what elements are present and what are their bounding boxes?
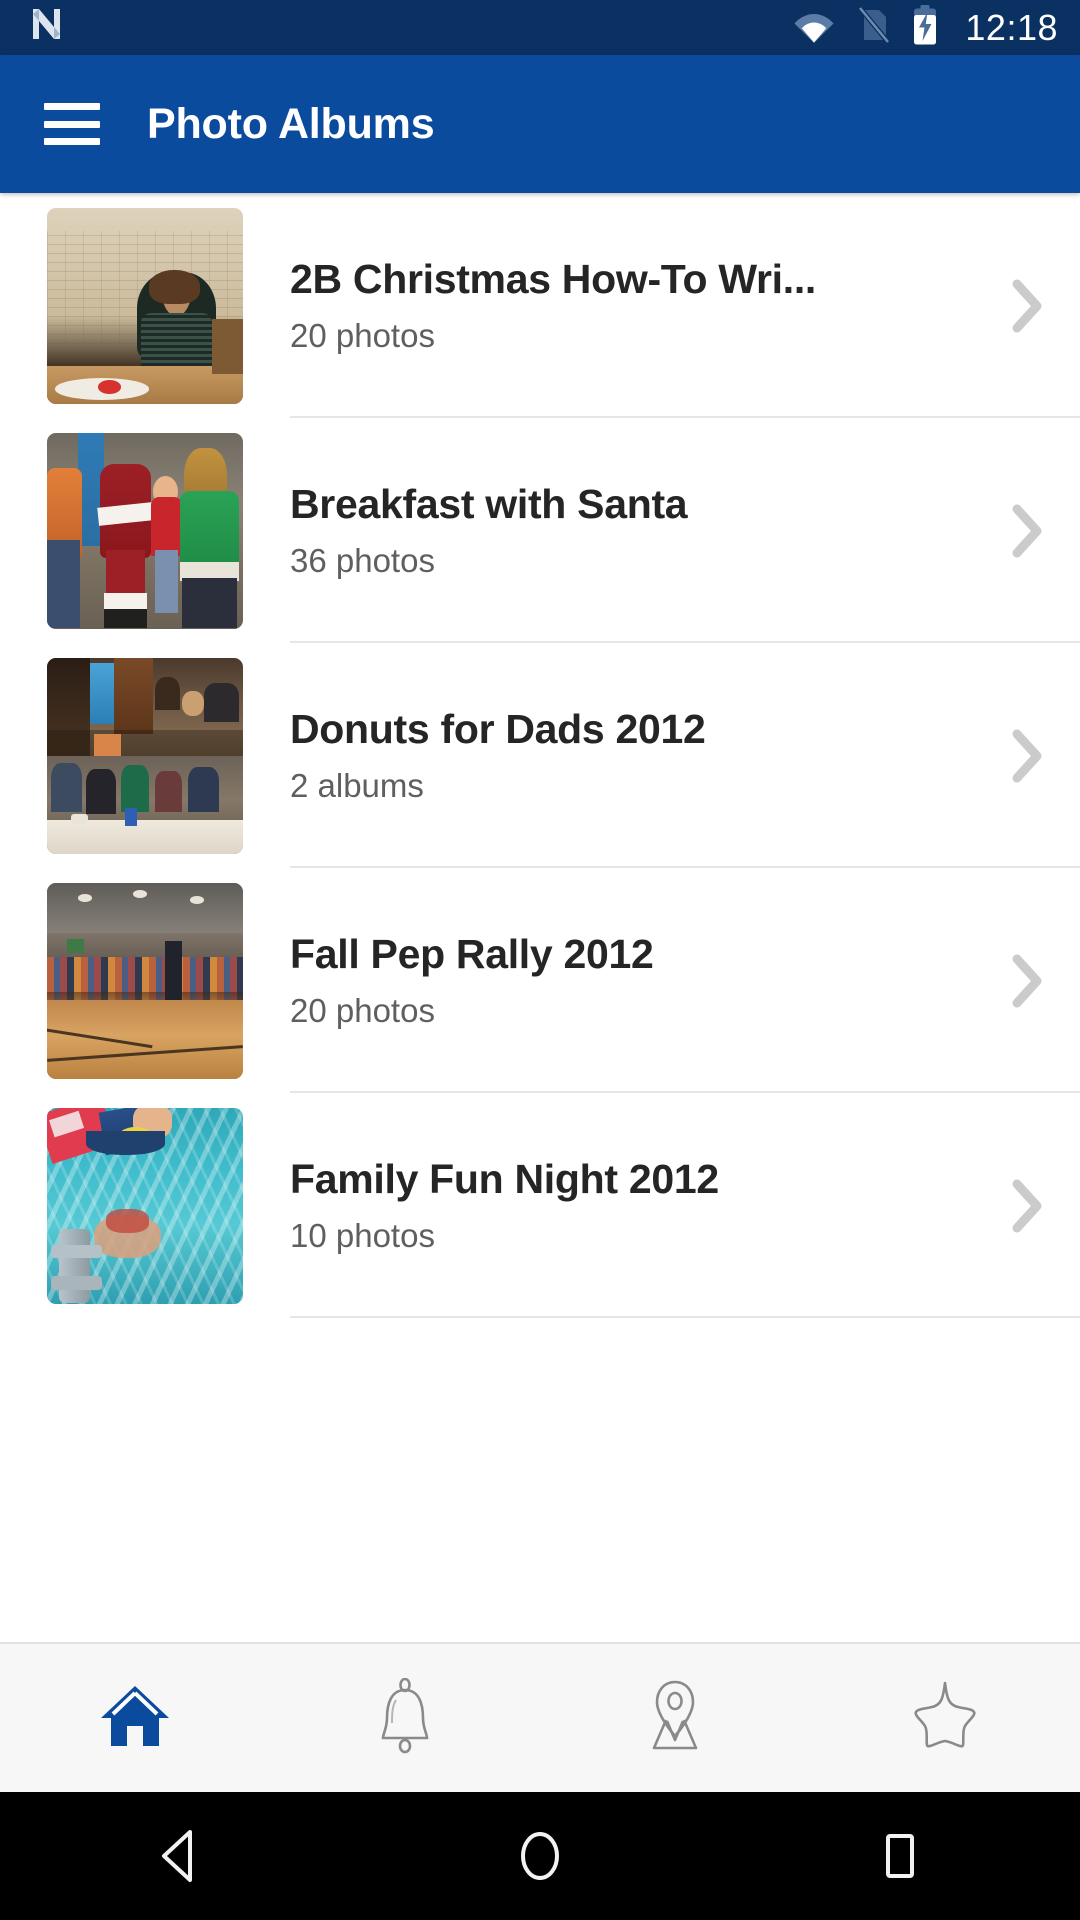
tab-favorites[interactable] <box>810 1679 1080 1758</box>
status-bar: 12:18 <box>0 0 1080 55</box>
chevron-right-icon[interactable] <box>1004 1176 1050 1236</box>
list-item-body: Donuts for Dads 2012 2 albums <box>290 643 1080 868</box>
thumbnail-container <box>0 643 290 868</box>
album-title: Breakfast with Santa <box>290 480 688 527</box>
album-subtitle: 10 photos <box>290 1217 435 1255</box>
phone-screen: 12:18 Photo Albums 2B Christmas How-To W… <box>0 0 1080 1920</box>
list-item-body: Family Fun Night 2012 10 photos <box>290 1093 1080 1318</box>
album-thumbnail-two-stacked-event-photos <box>47 657 243 854</box>
list-item[interactable]: Family Fun Night 2012 10 photos <box>0 1093 1080 1318</box>
chevron-right-icon[interactable] <box>1004 726 1050 786</box>
list-item-text: Fall Pep Rally 2012 20 photos <box>290 931 1004 1030</box>
album-thumbnail-child-swimming-pool <box>47 1107 243 1304</box>
back-triangle-icon[interactable] <box>0 1824 360 1888</box>
recents-square-icon[interactable] <box>720 1824 1080 1888</box>
tab-map[interactable] <box>540 1678 810 1759</box>
album-title: Fall Pep Rally 2012 <box>290 930 654 977</box>
thumbnail-container <box>0 418 290 643</box>
battery-charging-icon <box>911 4 939 51</box>
page-title: Photo Albums <box>147 99 435 148</box>
home-circle-icon[interactable] <box>360 1824 720 1888</box>
list-item-text: 2B Christmas How-To Wri... 20 photos <box>290 256 1004 355</box>
album-subtitle: 20 photos <box>290 317 435 355</box>
app-bar: Photo Albums <box>0 55 1080 193</box>
no-sim-icon <box>855 5 891 50</box>
thumbnail-container <box>0 868 290 1093</box>
chevron-right-icon[interactable] <box>1004 501 1050 561</box>
thumbnail-bottom <box>47 755 243 854</box>
map-pin-icon <box>640 1678 710 1759</box>
chevron-right-icon[interactable] <box>1004 276 1050 336</box>
album-title: 2B Christmas How-To Wri... <box>290 255 817 302</box>
thumbnail-top <box>47 657 243 756</box>
list-item-text: Family Fun Night 2012 10 photos <box>290 1156 1004 1255</box>
thumbnail-container <box>0 193 290 418</box>
album-thumbnail-santa-with-children <box>47 432 243 629</box>
list-item[interactable]: 2B Christmas How-To Wri... 20 photos <box>0 193 1080 418</box>
album-title: Donuts for Dads 2012 <box>290 705 706 752</box>
thumbnail-container <box>0 1093 290 1318</box>
list-divider <box>290 1316 1080 1318</box>
wifi-icon <box>793 5 835 50</box>
star-icon <box>908 1679 982 1758</box>
status-bar-left <box>26 5 66 50</box>
list-item[interactable]: Fall Pep Rally 2012 20 photos <box>0 868 1080 1093</box>
album-subtitle: 20 photos <box>290 992 435 1030</box>
album-list[interactable]: 2B Christmas How-To Wri... 20 photos Bre… <box>0 193 1080 1642</box>
list-item-body: Fall Pep Rally 2012 20 photos <box>290 868 1080 1093</box>
album-subtitle: 36 photos <box>290 542 435 580</box>
list-item-body: 2B Christmas How-To Wri... 20 photos <box>290 193 1080 418</box>
status-bar-right: 12:18 <box>793 4 1058 51</box>
chevron-right-icon[interactable] <box>1004 951 1050 1011</box>
android-navigation-bar <box>0 1792 1080 1920</box>
list-item-body: Breakfast with Santa 36 photos <box>290 418 1080 643</box>
list-item[interactable]: Donuts for Dads 2012 2 albums <box>0 643 1080 868</box>
list-item[interactable]: Breakfast with Santa 36 photos <box>0 418 1080 643</box>
home-icon <box>97 1680 173 1757</box>
bottom-tab-bar <box>0 1642 1080 1792</box>
list-item-text: Donuts for Dads 2012 2 albums <box>290 706 1004 805</box>
album-title: Family Fun Night 2012 <box>290 1155 719 1202</box>
bell-icon <box>373 1677 437 1759</box>
app-notification-icon <box>26 5 66 50</box>
album-subtitle: 2 albums <box>290 767 424 805</box>
list-item-text: Breakfast with Santa 36 photos <box>290 481 1004 580</box>
album-thumbnail-boy-at-table-gym <box>47 207 243 404</box>
album-thumbnail-gymnasium-assembly <box>47 882 243 1079</box>
tab-home[interactable] <box>0 1680 270 1757</box>
tab-notifications[interactable] <box>270 1677 540 1759</box>
status-bar-clock: 12:18 <box>965 6 1058 48</box>
hamburger-menu-icon[interactable] <box>44 103 100 145</box>
